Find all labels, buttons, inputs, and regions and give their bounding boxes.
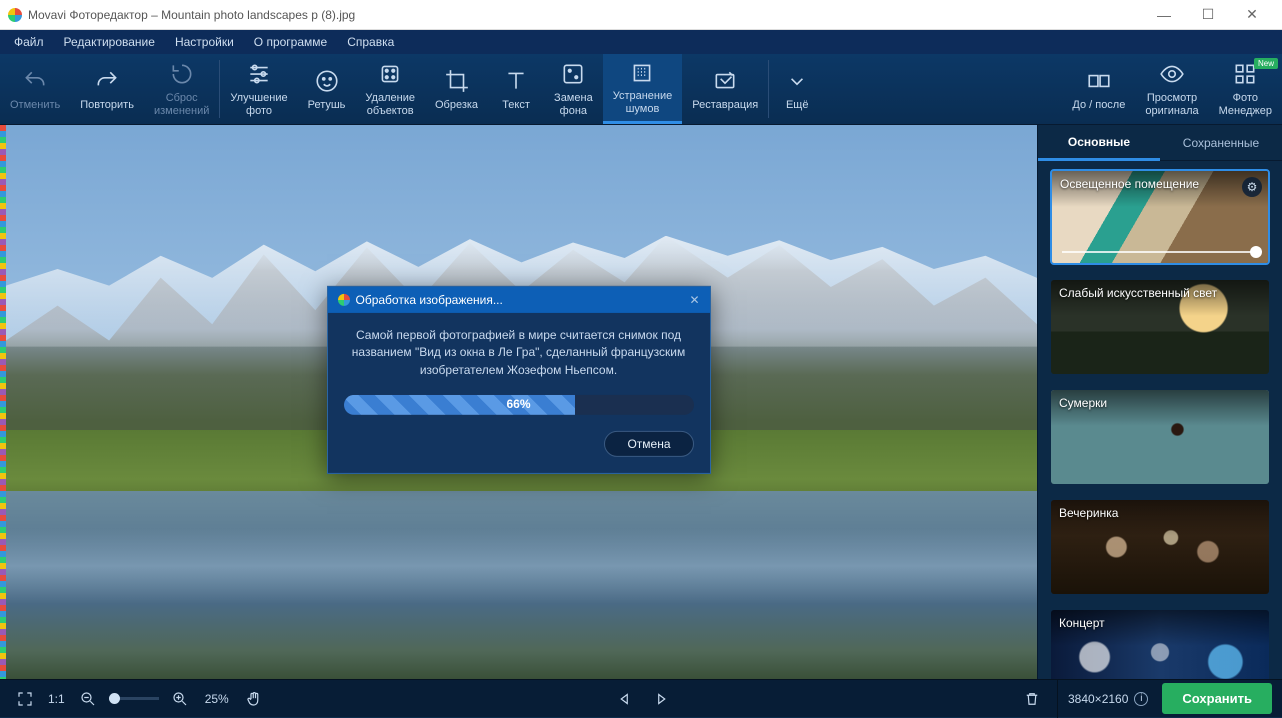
image-dimensions: 3840×2160 i xyxy=(1068,692,1148,706)
retouch-button[interactable]: Ретушь xyxy=(298,54,356,124)
crop-button[interactable]: Обрезка xyxy=(425,54,488,124)
prev-image-button[interactable] xyxy=(610,686,640,712)
hand-tool-button[interactable] xyxy=(239,686,269,712)
dialog-app-icon xyxy=(338,294,350,306)
more-button[interactable]: Ещё xyxy=(769,54,825,124)
progress-bar: 66% xyxy=(344,395,694,415)
preset-lit-room[interactable]: Освещенное помещение ⚙ xyxy=(1050,169,1270,265)
preset-list[interactable]: Освещенное помещение ⚙ Слабый искусствен… xyxy=(1038,161,1282,679)
view-original-button[interactable]: Просмотр оригинала xyxy=(1135,54,1208,124)
window-controls: — ☐ ✕ xyxy=(1142,0,1274,30)
window-title: Movavi Фоторедактор – Mountain photo lan… xyxy=(28,8,355,22)
preset-intensity-slider[interactable] xyxy=(1062,251,1258,253)
delete-button[interactable] xyxy=(1017,686,1047,712)
face-icon xyxy=(314,67,340,95)
menubar: Файл Редактирование Настройки О программ… xyxy=(0,30,1282,54)
background-icon xyxy=(560,60,586,88)
tab-saved[interactable]: Сохраненные xyxy=(1160,125,1282,161)
window-minimize-button[interactable]: — xyxy=(1142,0,1186,30)
next-image-button[interactable] xyxy=(646,686,676,712)
status-bar: 1:1 25% 3840×2160 i Сохранить xyxy=(0,679,1282,717)
menu-edit[interactable]: Редактирование xyxy=(54,33,165,51)
tab-basic[interactable]: Основные xyxy=(1038,125,1160,161)
new-badge: New xyxy=(1254,58,1278,69)
dialog-fact-text: Самой первой фотографией в мире считаетс… xyxy=(344,327,694,379)
app-icon xyxy=(8,8,22,22)
compare-icon xyxy=(1086,67,1112,95)
restore-button[interactable]: Реставрация xyxy=(682,54,768,124)
background-swap-button[interactable]: Замена фона xyxy=(544,54,603,124)
preset-concert[interactable]: Концерт xyxy=(1050,609,1270,679)
fullscreen-button[interactable] xyxy=(10,686,40,712)
preset-dusk[interactable]: Сумерки xyxy=(1050,389,1270,485)
crop-icon xyxy=(444,67,470,95)
reset-icon xyxy=(169,60,195,88)
progress-percent: 66% xyxy=(344,395,694,415)
reset-button[interactable]: Сброс изменений xyxy=(144,54,219,124)
restore-icon xyxy=(712,67,738,95)
menu-settings[interactable]: Настройки xyxy=(165,33,244,51)
zoom-in-button[interactable] xyxy=(165,686,195,712)
enhance-button[interactable]: Улучшение фото xyxy=(220,54,297,124)
zoom-out-button[interactable] xyxy=(73,686,103,712)
side-tabs: Основные Сохраненные xyxy=(1038,125,1282,161)
text-button[interactable]: Текст xyxy=(488,54,544,124)
undo-button[interactable]: Отменить xyxy=(0,54,70,124)
redo-button[interactable]: Повторить xyxy=(70,54,144,124)
menu-about[interactable]: О программе xyxy=(244,33,337,51)
erase-icon xyxy=(377,60,403,88)
window-close-button[interactable]: ✕ xyxy=(1230,0,1274,30)
save-button[interactable]: Сохранить xyxy=(1162,683,1272,714)
eye-icon xyxy=(1159,60,1185,88)
window-maximize-button[interactable]: ☐ xyxy=(1186,0,1230,30)
dialog-title-text: Обработка изображения... xyxy=(356,293,503,307)
remove-objects-button[interactable]: Удаление объектов xyxy=(355,54,425,124)
main-toolbar: Отменить Повторить Сброс изменений Улучш… xyxy=(0,54,1282,125)
zoom-slider[interactable] xyxy=(109,697,159,700)
text-icon xyxy=(503,67,529,95)
redo-icon xyxy=(94,67,120,95)
preset-low-artificial-light[interactable]: Слабый искусственный свет xyxy=(1050,279,1270,375)
denoise-button[interactable]: Устранение шумов xyxy=(603,54,683,124)
window-titlebar: Movavi Фоторедактор – Mountain photo lan… xyxy=(0,0,1282,30)
dialog-close-button[interactable]: ✕ xyxy=(689,293,699,307)
workarea: Обработка изображения... ✕ Самой первой … xyxy=(0,125,1282,679)
canvas-area[interactable]: Обработка изображения... ✕ Самой первой … xyxy=(0,125,1037,679)
info-icon[interactable]: i xyxy=(1134,692,1148,706)
noise-icon xyxy=(629,60,655,86)
gear-icon[interactable]: ⚙ xyxy=(1242,177,1262,197)
menu-help[interactable]: Справка xyxy=(337,33,404,51)
sliders-icon xyxy=(246,60,272,88)
chevron-down-icon xyxy=(784,67,810,95)
undo-icon xyxy=(22,67,48,95)
processing-dialog: Обработка изображения... ✕ Самой первой … xyxy=(327,286,711,474)
side-panel: Основные Сохраненные Освещенное помещени… xyxy=(1037,125,1282,679)
zoom-ratio[interactable]: 1:1 xyxy=(40,692,73,706)
dialog-titlebar: Обработка изображения... ✕ xyxy=(328,287,710,313)
menu-file[interactable]: Файл xyxy=(4,33,54,51)
photo-manager-button[interactable]: New Фото Менеджер xyxy=(1209,54,1282,124)
cancel-button[interactable]: Отмена xyxy=(604,431,693,457)
preset-party[interactable]: Вечеринка xyxy=(1050,499,1270,595)
before-after-button[interactable]: До / после xyxy=(1062,54,1135,124)
zoom-percent: 25% xyxy=(195,692,239,706)
